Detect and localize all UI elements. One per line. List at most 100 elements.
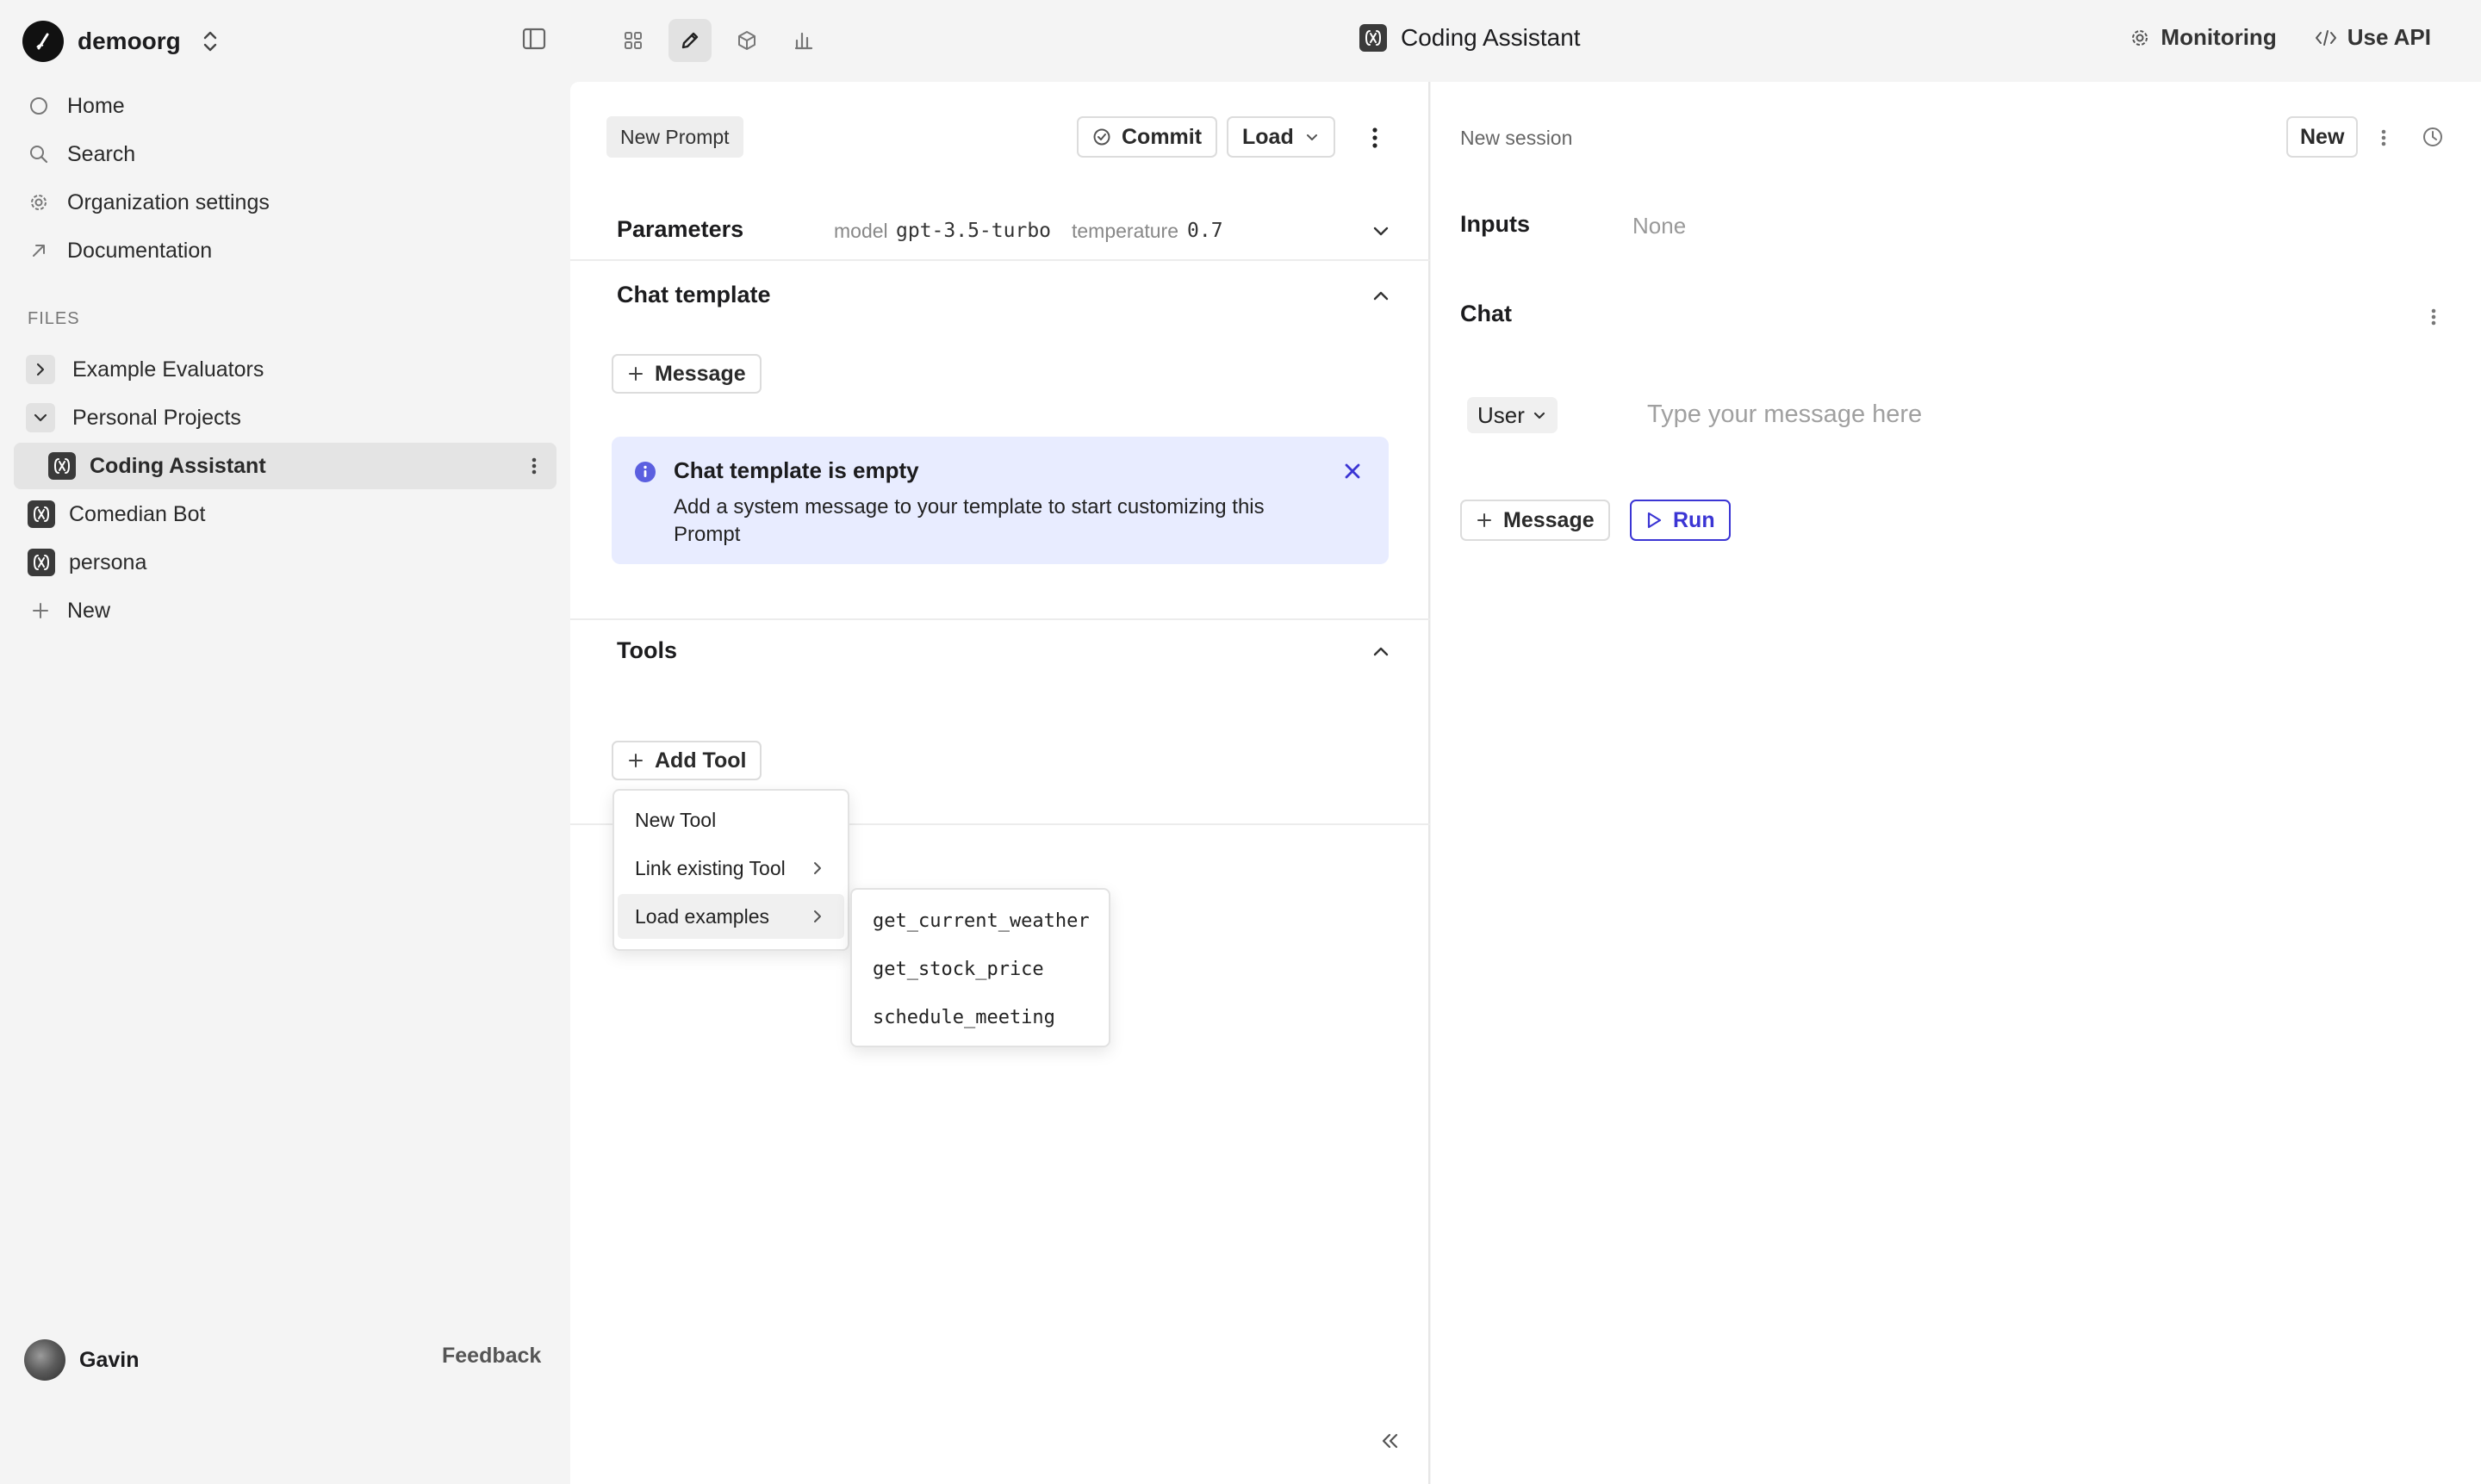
- prompt-file-icon: [28, 549, 55, 576]
- add-chat-message-button[interactable]: Message: [1460, 500, 1610, 541]
- plus-icon: [1476, 512, 1493, 529]
- nav-documentation[interactable]: Documentation: [28, 232, 212, 270]
- deploy-tab-cube-icon[interactable]: [725, 19, 768, 62]
- plus-icon: [31, 601, 50, 620]
- menu-item-label: Link existing Tool: [635, 856, 786, 879]
- chevron-right-icon[interactable]: [26, 355, 55, 384]
- load-examples-submenu: get_current_weather get_stock_price sche…: [850, 888, 1110, 1047]
- user-name: Gavin: [79, 1347, 140, 1372]
- collapse-double-chevron-left-icon[interactable]: [1378, 1431, 1401, 1450]
- example-tool-item[interactable]: get_stock_price: [855, 947, 1105, 991]
- prompt-file-icon: [28, 500, 55, 528]
- use-api-button[interactable]: Use API: [2315, 24, 2431, 51]
- commit-label: Commit: [1122, 124, 1203, 149]
- chat-template-title: Chat template: [617, 282, 771, 307]
- monitoring-button[interactable]: Monitoring: [2130, 24, 2277, 51]
- close-icon[interactable]: [1342, 461, 1363, 481]
- run-label: Run: [1673, 507, 1715, 532]
- new-session-button[interactable]: New: [2286, 116, 2359, 158]
- chevron-updown-icon[interactable]: [202, 28, 219, 54]
- nav-home[interactable]: Home: [28, 87, 125, 125]
- nav-search-label: Search: [67, 141, 136, 166]
- prompt-editor-panel: New Prompt Commit Load Parameters model …: [570, 82, 1430, 1484]
- file-label: Coding Assistant: [90, 453, 266, 478]
- plus-icon: [627, 365, 644, 382]
- folder-personal-projects[interactable]: Personal Projects: [14, 394, 557, 441]
- chevron-right-icon: [811, 909, 824, 924]
- more-vertical-icon[interactable]: [2380, 125, 2387, 151]
- arrow-up-right-icon: [28, 241, 50, 260]
- menu-item-link-existing-tool[interactable]: Link existing Tool: [618, 846, 844, 891]
- sidebar-toggle-icon[interactable]: [522, 28, 546, 50]
- example-tool-item[interactable]: schedule_meeting: [855, 995, 1105, 1040]
- load-label: Load: [1242, 124, 1294, 149]
- monitor-tab-chart-icon[interactable]: [782, 19, 825, 62]
- monitoring-label: Monitoring: [2161, 24, 2277, 50]
- gear-icon: [2130, 28, 2150, 48]
- tools-title: Tools: [617, 637, 677, 663]
- use-api-label: Use API: [2347, 24, 2431, 50]
- add-tool-menu: New Tool Link existing Tool Load example…: [612, 789, 849, 951]
- chevron-right-icon: [811, 860, 824, 876]
- avatar: [24, 1339, 65, 1381]
- chevron-up-icon[interactable]: [1371, 643, 1390, 661]
- file-label: persona: [69, 550, 147, 574]
- add-template-message-button[interactable]: Message: [612, 354, 762, 394]
- session-label: New session: [1460, 127, 1573, 149]
- model-label: model: [834, 220, 888, 242]
- add-tool-label: Add Tool: [655, 748, 747, 773]
- info-title: Chat template is empty: [674, 457, 919, 483]
- folder-example-evaluators[interactable]: Example Evaluators: [14, 346, 557, 393]
- dashboard-tab-icon[interactable]: [612, 19, 655, 62]
- top-bar: demoorg Coding Assistant Monitoring Use …: [0, 0, 2481, 82]
- nav-org-settings[interactable]: Organization settings: [28, 183, 270, 221]
- menu-item-new-tool[interactable]: New Tool: [618, 798, 844, 842]
- chat-panel: New session New Inputs None Chat User Ty…: [1431, 82, 2481, 1484]
- chevron-down-icon[interactable]: [1371, 221, 1390, 240]
- chevron-down-icon: [1304, 129, 1320, 145]
- role-select-value: User: [1477, 401, 1525, 428]
- new-session-label: New: [2300, 124, 2345, 149]
- user-menu[interactable]: Gavin: [24, 1339, 139, 1381]
- editor-tab-pencil-icon[interactable]: [668, 19, 712, 62]
- section-divider: [570, 618, 1430, 620]
- chevron-down-icon[interactable]: [26, 403, 55, 432]
- file-persona[interactable]: persona: [14, 539, 557, 586]
- org-logo-icon: [22, 21, 64, 62]
- info-body: Add a system message to your template to…: [674, 495, 1265, 546]
- file-comedian-bot[interactable]: Comedian Bot: [14, 491, 557, 537]
- add-tool-button[interactable]: Add Tool: [612, 741, 762, 780]
- org-switcher[interactable]: demoorg: [22, 21, 219, 62]
- inputs-title: Inputs: [1460, 211, 1530, 237]
- more-vertical-icon[interactable]: [531, 453, 538, 479]
- temperature-value: 0.7: [1187, 220, 1223, 242]
- run-button[interactable]: Run: [1630, 500, 1731, 541]
- more-vertical-icon[interactable]: [2430, 304, 2437, 330]
- load-button[interactable]: Load: [1227, 116, 1335, 158]
- org-name: demoorg: [78, 28, 181, 54]
- file-coding-assistant[interactable]: Coding Assistant: [14, 443, 557, 489]
- search-icon: [28, 144, 50, 165]
- nav-search[interactable]: Search: [28, 135, 135, 173]
- history-clock-icon[interactable]: [2422, 126, 2444, 148]
- role-select[interactable]: User: [1467, 397, 1558, 433]
- menu-item-load-examples[interactable]: Load examples: [618, 894, 844, 939]
- play-icon: [1645, 511, 1663, 530]
- more-vertical-icon[interactable]: [1371, 125, 1378, 151]
- model-value: gpt-3.5-turbo: [896, 220, 1052, 242]
- files-section-label: FILES: [28, 309, 80, 328]
- code-icon: [2315, 28, 2337, 47]
- commit-button[interactable]: Commit: [1077, 116, 1218, 158]
- inputs-value: None: [1632, 213, 1687, 239]
- parameters-row[interactable]: Parameters model gpt-3.5-turbo temperatu…: [570, 209, 1430, 261]
- chevron-up-icon[interactable]: [1371, 287, 1390, 306]
- example-tool-item[interactable]: get_current_weather: [855, 898, 1105, 943]
- new-file-button[interactable]: New: [14, 587, 557, 634]
- check-circle-icon: [1092, 127, 1111, 146]
- add-message-label: Message: [1503, 507, 1595, 532]
- empty-template-info-box: Chat template is empty Add a system mess…: [612, 437, 1389, 564]
- file-label: Comedian Bot: [69, 501, 206, 526]
- message-input[interactable]: Type your message here: [1647, 400, 1922, 429]
- sidebar: [0, 82, 570, 1484]
- feedback-link[interactable]: Feedback: [442, 1344, 541, 1369]
